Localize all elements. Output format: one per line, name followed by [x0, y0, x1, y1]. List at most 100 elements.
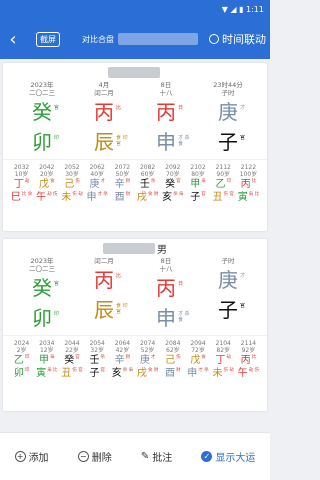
delete-button[interactable]: − 删除 [77, 449, 112, 464]
gender-label: 男 [157, 244, 167, 256]
branch-char: 辰 [94, 130, 114, 154]
heavenly-stem: 癸官 [11, 97, 73, 127]
pillar-columns: 2023年 二〇二三癸官卯印闰二月丙比辰食 印 官 8日 十八丙日申才 杀 食子时庚才… [3, 257, 267, 333]
luck-stem-tag: 印 [226, 179, 231, 184]
earthly-branch: 辰食 印 官 [73, 295, 135, 325]
luck-cycle-item[interactable]: 2054 32岁壬杀子官 [85, 340, 110, 380]
luck-branch: 申才 杀 [185, 368, 210, 380]
luck-cycle-item[interactable]: 2032 10岁丁劫巳比 食 [9, 164, 34, 204]
pillar-column[interactable]: 子时庚才子官 [197, 257, 259, 333]
note-button[interactable]: ✎ 批注 [141, 449, 172, 464]
luck-stem: 辛财 [110, 355, 135, 367]
screenshot-button[interactable]: 截屏 [36, 31, 60, 47]
show-luck-label: 显示大运 [215, 453, 256, 464]
luck-branch-char: 丑 [61, 368, 72, 379]
luck-age: 72岁 [191, 347, 205, 354]
luck-cycle-item[interactable]: 2104 82岁丁劫未伤 劫 [211, 340, 236, 380]
luck-stem-tag: 印 [24, 355, 30, 360]
luck-age: 62岁 [166, 347, 180, 354]
luck-branch: 子官 [185, 192, 210, 204]
luck-cycle-item[interactable]: 2062 40岁庚才申才 杀 [85, 164, 110, 204]
branch-tag: 才 杀 食 [178, 311, 190, 323]
luck-year: 2094 [190, 340, 206, 347]
time-link-toggle[interactable]: 时间联动 [209, 31, 266, 47]
luck-cycle-item[interactable]: 2092 70岁癸官亥杀 枭 [160, 164, 185, 204]
luck-year: 2084 [165, 340, 181, 347]
luck-stem-tag: 官 [75, 355, 80, 360]
luck-cycle-item[interactable]: 2114 92岁丙比午劫 伤 [236, 340, 261, 380]
luck-cycle-item[interactable]: 2042 20岁戊食午劫 伤 [34, 164, 59, 204]
luck-stem-char: 丙 [240, 179, 251, 190]
luck-cycle-item[interactable]: 2102 80岁甲枭子官 [185, 164, 210, 204]
luck-cycle-item[interactable]: 2122 100岁丙比寅枭 比 [236, 164, 261, 204]
luck-cycle-item[interactable]: 2024 2岁乙印卯印 [9, 340, 34, 380]
show-luck-toggle[interactable]: ✓ 显示大运 [201, 449, 255, 464]
pillar-column[interactable]: 2023年 二〇二三癸官卯印 [11, 81, 73, 157]
luck-year: 2042 [39, 164, 55, 171]
luck-cycle-item[interactable]: 2074 52岁庚才戌食 财 [135, 340, 160, 380]
luck-branch-tag: 伤 劫 [72, 192, 83, 197]
luck-stem: 丙比 [236, 179, 261, 191]
luck-branch: 巳比 食 [9, 192, 34, 204]
luck-cycle-item[interactable]: 2044 22岁癸官丑伤 官 [59, 340, 84, 380]
stem-char: 庚 [218, 268, 238, 292]
add-label: 添加 [28, 453, 49, 464]
luck-stem-tag: 才 [100, 179, 105, 184]
luck-cycle-item[interactable]: 2082 60岁壬杀戌食 财 [135, 164, 160, 204]
heavenly-stem: 丙比 [73, 265, 135, 295]
pillar-date-lunar: 十八 [159, 89, 173, 97]
luck-stem: 丁劫 [9, 179, 34, 191]
luck-stem-char: 辛 [114, 355, 125, 366]
delete-label: 删除 [91, 453, 112, 464]
branch-tag: 印 [54, 135, 60, 141]
branch-tag: 食 印 官 [116, 135, 128, 147]
branch-tag: 印 [54, 311, 60, 317]
luck-year: 2114 [240, 340, 257, 347]
luck-stem-char: 癸 [165, 179, 176, 190]
luck-cycle-item[interactable]: 2034 12岁甲枭寅枭 比 [34, 340, 59, 380]
stem-char: 庚 [218, 100, 238, 124]
luck-cycle-item[interactable]: 2072 50岁辛财酉财 [110, 164, 135, 204]
pillar-column[interactable]: 闰二月丙比辰食 印 官 [73, 257, 135, 333]
luck-stem-char: 辛 [114, 179, 125, 190]
time-link-label: 时间联动 [222, 33, 266, 46]
luck-cycle-item[interactable]: 2052 30岁己伤未伤 劫 [59, 164, 84, 204]
pillar-column[interactable]: 8日 十八丙日申才 杀 食 [135, 81, 197, 157]
luck-cycle-item[interactable]: 2112 90岁乙印丑伤 官 [211, 164, 236, 204]
pillar-column[interactable]: 2023年 二〇二三癸官卯印 [11, 257, 73, 333]
pillar-column[interactable]: 4月 闰二月丙比辰食 印 官 [73, 81, 135, 157]
chevron-left-icon[interactable]: ‹ [0, 19, 26, 59]
luck-branch: 亥杀 枭 [160, 192, 185, 204]
luck-stem-tag: 劫 [226, 355, 231, 360]
luck-age: 32岁 [90, 347, 105, 354]
pillar-column[interactable]: 23时44分 子时庚才子官 [197, 81, 259, 157]
branch-char: 辰 [94, 298, 114, 322]
luck-stem: 癸官 [160, 179, 185, 191]
luck-age: 22岁 [65, 347, 79, 354]
luck-stem-tag: 财 [125, 355, 131, 360]
luck-branch: 午劫 伤 [236, 368, 261, 380]
stem-tag: 日 [178, 105, 184, 111]
status-icons: ▼ ◢ ▮ 1:11 [221, 5, 264, 14]
luck-cycle-item[interactable]: 2064 42岁辛财亥杀 枭 [110, 340, 135, 380]
luck-stem: 乙印 [211, 179, 236, 191]
luck-branch-char: 戌 [136, 368, 147, 379]
earthly-branch: 申才 杀 食 [135, 303, 197, 333]
add-button[interactable]: + 添加 [14, 449, 49, 464]
luck-age: 40岁 [90, 171, 105, 178]
luck-year: 2052 [64, 164, 80, 171]
pillar-column[interactable]: 8日 十八丙日申才 杀 食 [135, 257, 197, 333]
luck-branch-tag: 才 杀 [198, 368, 209, 373]
luck-branch-char: 午 [237, 368, 248, 379]
luck-cycle-item[interactable]: 2094 72岁戊食申才 杀 [185, 340, 210, 380]
luck-year: 2112 [215, 164, 231, 171]
luck-age: 30岁 [65, 171, 79, 178]
luck-stem-char: 甲 [39, 355, 50, 366]
luck-branch: 卯印 [9, 368, 34, 380]
luck-stem-char: 庚 [139, 355, 150, 366]
pillar-columns: 2023年 二〇二三癸官卯印 4月 闰二月丙比辰食 印 官 8日 十八丙日申才 杀 食 23… [3, 81, 267, 157]
luck-stem-tag: 枭 [201, 179, 206, 184]
luck-cycle-item[interactable]: 2084 62岁己伤酉财 [160, 340, 185, 380]
luck-stem-char: 癸 [64, 355, 75, 366]
pillar-date-lunar: 二〇二三 [29, 265, 55, 273]
